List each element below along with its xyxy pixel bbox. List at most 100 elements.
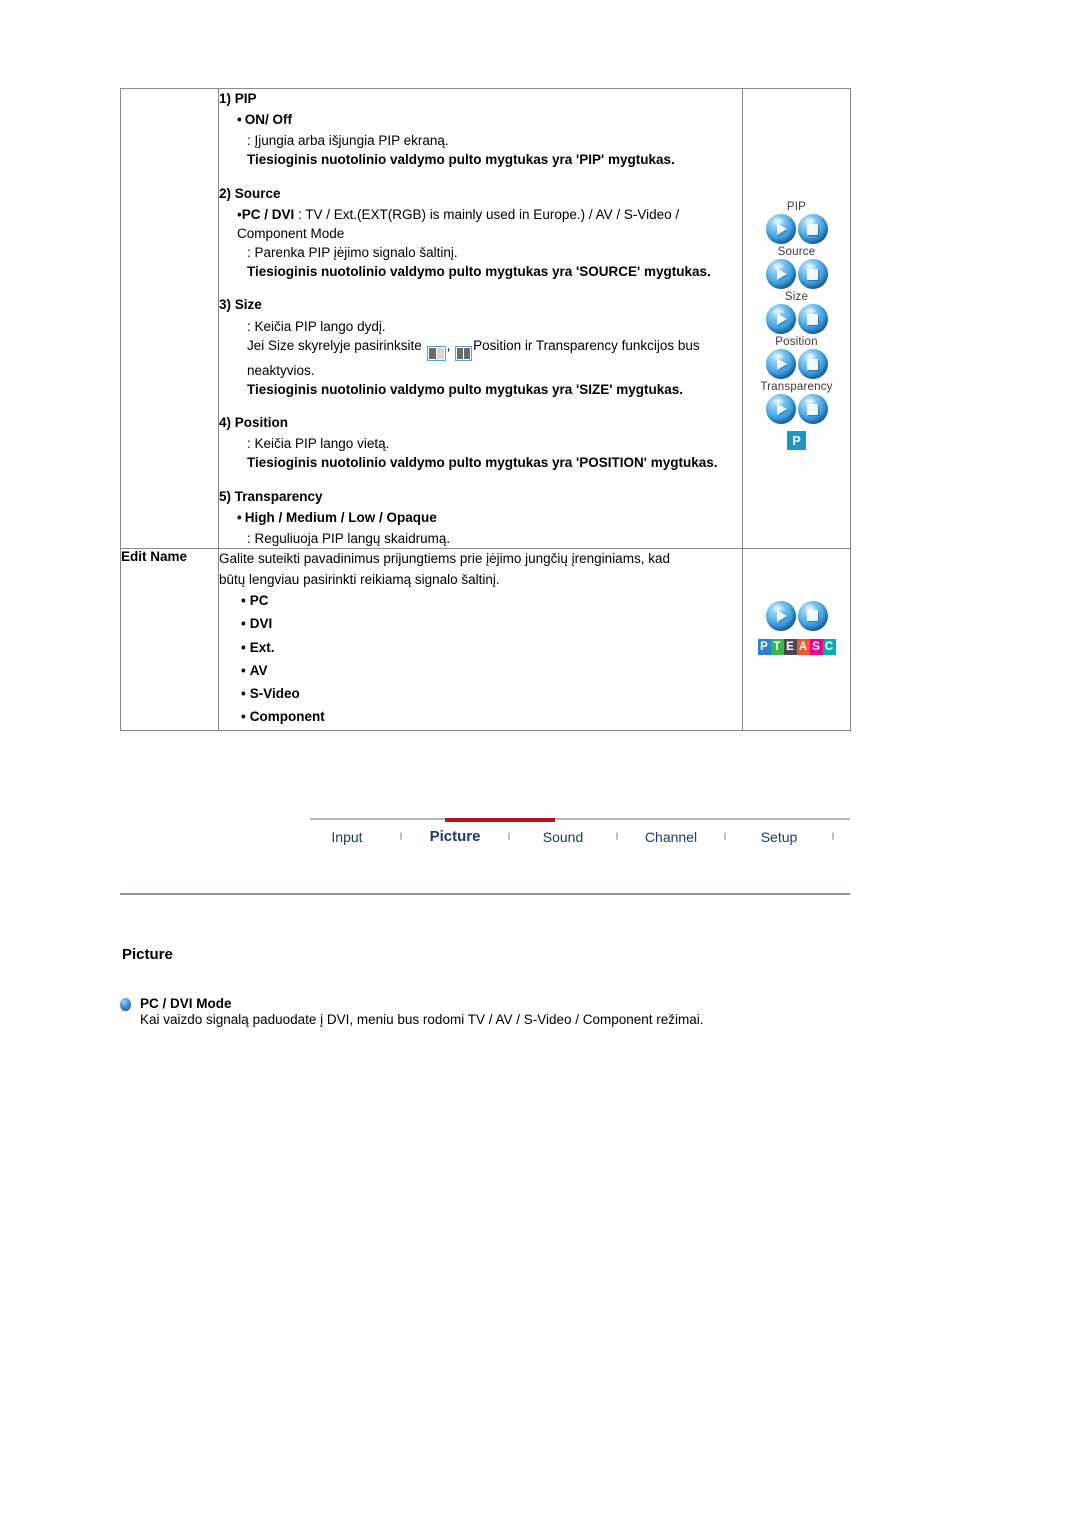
p-badge-icon: P xyxy=(787,431,806,450)
letter-block-c: C xyxy=(822,638,836,655)
section-transparency-bullet: • High / Medium / Low / Opaque xyxy=(237,508,742,527)
remote-group-size: Size xyxy=(743,291,850,334)
remote-group-transparency-caption: Transparency xyxy=(760,381,833,393)
pc-dvi-mode-heading: PC / DVI Mode xyxy=(120,996,880,1011)
nav-item-list: Input I Picture I Sound I Channel I Setu… xyxy=(310,828,850,845)
pip-row-content-cell: 1) PIP • ON/ Off : Įjungia arba išjungia … xyxy=(218,88,743,549)
edit-name-icon-stack: P T E A S C xyxy=(743,549,850,655)
play-orb-button-icon[interactable] xyxy=(765,259,796,289)
edit-name-label: Edit Name xyxy=(120,547,219,732)
list-item: • S-Video xyxy=(241,684,742,703)
pc-dvi-mode-description: Kai vaizdo signalą paduodate į DVI, meni… xyxy=(140,1012,704,1027)
list-item: • PC xyxy=(241,591,742,610)
section-size-desc-bold: Tiesioginis nuotolinio valdymo pulto myg… xyxy=(247,381,684,397)
play-orb-button-icon[interactable] xyxy=(765,214,796,244)
bullet-dot-icon: • xyxy=(241,685,246,701)
remote-button-pair xyxy=(743,600,850,631)
table-row-pip: 1) PIP • ON/ Off : Įjungia arba išjungia … xyxy=(120,88,851,549)
nav-separator: I xyxy=(831,830,835,843)
section-pip-bullet: • ON/ Off xyxy=(237,110,742,129)
nav-separator: I xyxy=(615,830,619,843)
list-item: • DVI xyxy=(241,614,742,633)
edit-name-source-list: • PC • DVI • Ext. • AV • S-Video • Component xyxy=(241,591,742,726)
bullet-dot-icon: • xyxy=(237,509,242,525)
section-size-desc2-pre: Jei Size skyrelyje pasirinksite xyxy=(247,337,426,353)
play-orb-button-icon[interactable] xyxy=(765,304,796,334)
pc-dvi-mode-block: PC / DVI Mode Kai vaizdo signalą paduoda… xyxy=(120,996,880,1027)
section-size-desc2: Jei Size skyrelyje pasirinksite , Positi… xyxy=(247,336,742,380)
nav-separator: I xyxy=(723,830,727,843)
remote-button-pair xyxy=(743,304,850,334)
stop-orb-button-icon[interactable] xyxy=(797,600,828,631)
nav-item-setup[interactable]: Setup xyxy=(742,829,816,845)
stop-orb-button-icon[interactable] xyxy=(797,394,828,424)
section-size-heading: 3) Size xyxy=(219,297,262,313)
size-double-window-icon xyxy=(455,345,473,361)
list-item: • Component xyxy=(241,707,742,726)
manual-table: 1) PIP • ON/ Off : Įjungia arba išjungia … xyxy=(120,88,851,732)
play-orb-button-icon[interactable] xyxy=(765,394,796,424)
nav-item-sound[interactable]: Sound xyxy=(526,829,600,845)
nav-item-input[interactable]: Input xyxy=(310,829,384,845)
size-small-window-icon xyxy=(426,345,446,361)
source-letter-blocks: P T E A S C xyxy=(743,638,850,655)
letter-block-p: P xyxy=(757,638,771,655)
section-source-heading: 2) Source xyxy=(219,185,281,201)
remote-button-pair xyxy=(743,214,850,244)
list-item-label: PC xyxy=(249,593,269,609)
pip-row-label-cell xyxy=(120,88,219,549)
nav-item-picture[interactable]: Picture xyxy=(418,828,492,845)
remote-group-position-caption: Position xyxy=(775,336,818,348)
edit-name-icons-cell: P T E A S C xyxy=(742,547,851,732)
list-item: • Ext. xyxy=(241,638,742,657)
section-transparency-heading: 5) Transparency xyxy=(219,488,323,504)
edit-name-intro-line1: Galite suteikti pavadinimus prijungtiems… xyxy=(219,550,670,566)
bullet-dot-icon: • xyxy=(241,593,246,609)
section-navigation: Input I Picture I Sound I Channel I Setu… xyxy=(120,818,850,860)
table-row-edit-name: Edit Name Galite suteikti pavadinimus pr… xyxy=(120,547,851,732)
section-position: 4) Position : Keičia PIP lango vietą. Ti… xyxy=(219,413,742,472)
nav-active-indicator xyxy=(445,818,555,822)
remote-group-transparency: Transparency xyxy=(743,381,850,424)
letter-block-s: S xyxy=(809,638,823,655)
pc-dvi-mode-title: PC / DVI Mode xyxy=(140,996,232,1011)
section-position-desc: : Keičia PIP lango vietą. xyxy=(247,436,390,452)
section-size-desc2-mid: , xyxy=(446,337,455,353)
nav-item-channel[interactable]: Channel xyxy=(634,829,708,845)
edit-name-content-cell: Galite suteikti pavadinimus prijungtiems… xyxy=(218,547,743,732)
list-item-label: Ext. xyxy=(249,639,275,655)
play-orb-button-icon[interactable] xyxy=(765,349,796,379)
remote-group-pip: PIP xyxy=(743,201,850,244)
remote-group-position: Position xyxy=(743,336,850,379)
section-transparency-desc: : Reguliuoja PIP langų skaidrumą. xyxy=(247,530,451,546)
bullet-dot-icon: • xyxy=(241,639,246,655)
section-transparency: 5) Transparency • High / Medium / Low / O… xyxy=(219,487,742,548)
play-orb-button-icon[interactable] xyxy=(765,600,796,631)
blue-bullet-icon xyxy=(120,998,131,1011)
section-source-bullet: •PC / DVI : TV / Ext.(EXT(RGB) is mainly… xyxy=(237,205,742,243)
nav-separator: I xyxy=(399,830,403,843)
bullet-dot-icon: • xyxy=(241,709,246,725)
stop-orb-button-icon[interactable] xyxy=(797,259,828,289)
stop-orb-button-icon[interactable] xyxy=(797,214,828,244)
section-position-heading: 4) Position xyxy=(219,415,289,431)
section-size-desc: : Keičia PIP lango dydį. xyxy=(247,318,386,334)
section-pip-desc: : Įjungia arba išjungia PIP ekraną. xyxy=(247,133,449,149)
list-item: • AV xyxy=(241,661,742,680)
edit-name-intro-line2: būtų lengviau pasirinkti reikiamą signal… xyxy=(219,572,500,588)
section-pip-bullet-label: ON/ Off xyxy=(244,112,292,128)
letter-block-t: T xyxy=(770,638,784,655)
page-title: Picture xyxy=(122,946,173,963)
nav-separator: I xyxy=(507,830,511,843)
letter-block-a: A xyxy=(796,638,810,655)
bullet-dot-icon: • xyxy=(237,112,242,128)
stop-orb-button-icon[interactable] xyxy=(797,349,828,379)
section-size: 3) Size : Keičia PIP lango dydį. Jei Siz… xyxy=(219,295,742,399)
remote-button-stack: PIP Source Size Position Transparency P xyxy=(743,89,850,450)
section-source-bullet-label: PC / DVI xyxy=(241,206,295,222)
section-pip-heading: 1) PIP xyxy=(219,91,257,106)
list-item-label: AV xyxy=(249,662,268,678)
stop-orb-button-icon[interactable] xyxy=(797,304,828,334)
section-source: 2) Source •PC / DVI : TV / Ext.(EXT(RGB)… xyxy=(219,184,742,282)
remote-button-pair xyxy=(743,349,850,379)
